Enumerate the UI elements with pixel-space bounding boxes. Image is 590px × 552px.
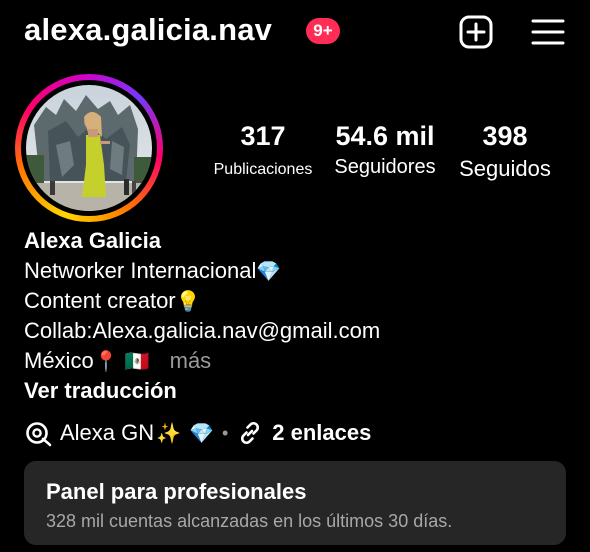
avatar[interactable] — [26, 85, 152, 211]
dashboard-title: Panel para profesionales — [46, 479, 307, 504]
following-count-value: 398 — [482, 121, 528, 151]
profile-username[interactable]: alexa.galicia.nav — [24, 12, 272, 48]
bio-text: Networker Internacional — [24, 258, 257, 283]
threads-icon[interactable] — [24, 419, 52, 447]
profile-page: alexa.galicia.nav 9+ 317 Publicaciones 5… — [0, 0, 590, 552]
bio-line-4: México📍 🇲🇽 más — [24, 346, 380, 376]
following-count[interactable]: 398 Seguidos — [450, 121, 560, 182]
threads-profile-link[interactable]: Alexa GN — [60, 420, 154, 446]
dashboard-subtitle: 328 mil cuentas alcanzadas en los último… — [46, 511, 453, 531]
more-link[interactable]: más — [170, 348, 212, 373]
separator-dot: • — [221, 422, 229, 443]
profile-photo — [26, 85, 152, 211]
diamond-emoji: 💎 — [189, 421, 214, 445]
bio-line-1: Networker Internacional💎 — [24, 256, 380, 286]
professional-dashboard[interactable]: Panel para profesionales 328 mil cuentas… — [24, 461, 566, 545]
posts-count[interactable]: 317 Publicaciones — [206, 121, 320, 179]
mexico-flag-emoji: 🇲🇽 — [124, 349, 150, 373]
followers-count-label: Seguidores — [334, 156, 436, 178]
bio-text: Content creator — [24, 288, 176, 313]
see-translation-link[interactable]: Ver traducción — [24, 376, 380, 406]
diamond-emoji: 💎 — [256, 259, 282, 283]
story-ring[interactable] — [15, 74, 163, 222]
bio-text: México — [24, 348, 94, 373]
hamburger-menu-icon[interactable] — [530, 14, 566, 50]
pin-emoji: 📍 — [93, 349, 119, 373]
link-chain-icon[interactable] — [236, 419, 264, 447]
sparkle-emoji: ✨ — [156, 421, 182, 445]
followers-count[interactable]: 54.6 mil Seguidores — [328, 121, 442, 179]
display-name: Alexa Galicia — [24, 228, 161, 253]
links-count[interactable]: 2 enlaces — [272, 420, 371, 446]
following-count-label: Seguidos — [459, 156, 551, 181]
bio-line-2: Content creator💡 — [24, 286, 380, 316]
links-row: Alexa GN ✨ 💎 • 2 enlaces — [24, 417, 371, 449]
followers-count-value: 54.6 mil — [335, 121, 435, 151]
lightbulb-emoji: 💡 — [175, 289, 201, 313]
posts-count-value: 317 — [240, 121, 286, 151]
plus-square-icon[interactable] — [458, 14, 494, 50]
notification-badge[interactable]: 9+ — [306, 18, 340, 44]
profile-bio: Alexa Galicia Networker Internacional💎 C… — [24, 226, 380, 406]
posts-count-label: Publicaciones — [213, 161, 313, 178]
bio-line-3: Collab:Alexa.galicia.nav@gmail.com — [24, 318, 381, 343]
